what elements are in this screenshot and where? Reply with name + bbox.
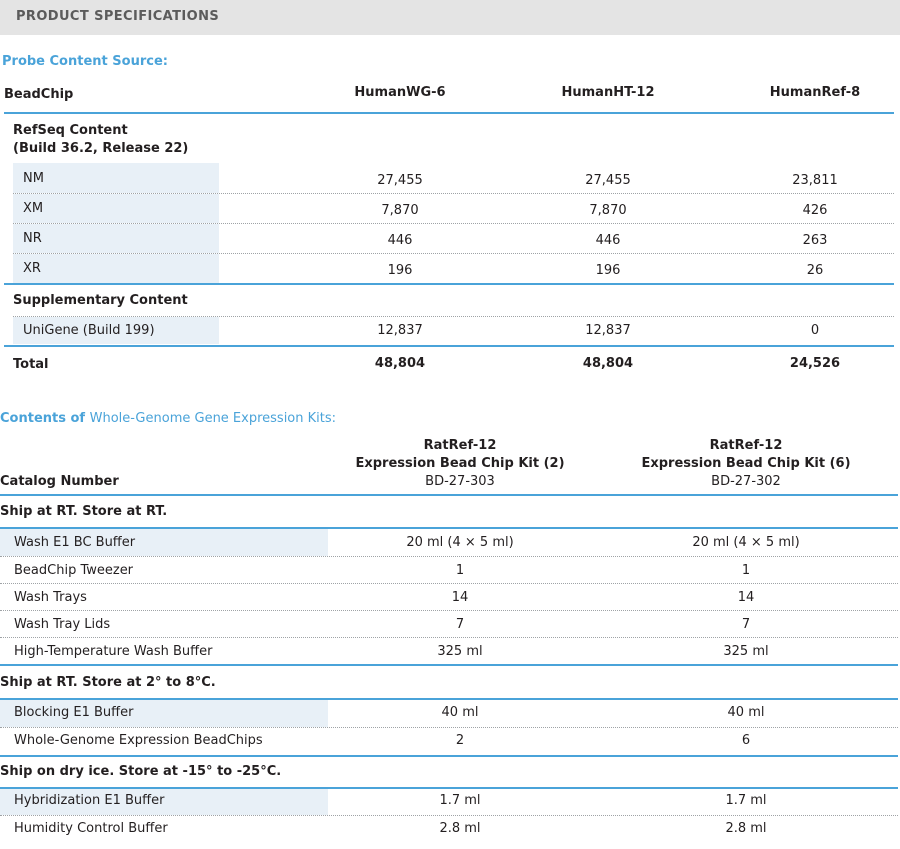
cell: 196 (595, 263, 621, 278)
cell: 7 (741, 617, 751, 632)
row-label: Humidity Control Buffer (14, 821, 168, 836)
row-divider (0, 727, 898, 728)
column-header-humanref8: HumanRef-8 (769, 85, 861, 100)
beadchip-column-label: BeadChip (4, 87, 74, 102)
cell: 446 (595, 233, 621, 248)
kits-title-part2: Whole-Genome Gene Expression Kits: (89, 411, 337, 426)
row-label-xr: XR (23, 261, 41, 276)
row-label: Wash Tray Lids (14, 617, 111, 632)
kit-col2-name: RatRef-12 (709, 438, 783, 453)
cell: 1 (741, 563, 751, 578)
cell: 14 (737, 590, 755, 605)
cell: 12,837 (377, 323, 423, 338)
group-rule (0, 755, 898, 757)
total-cell: 48,804 (374, 356, 426, 371)
cell: 20 ml (4 × 5 ml) (406, 535, 514, 550)
group-rule (0, 664, 898, 666)
cell: 1.7 ml (439, 793, 481, 808)
cell: 26 (806, 263, 824, 278)
cell: 6 (741, 733, 751, 748)
kit-col1-name: RatRef-12 (423, 438, 497, 453)
refseq-group-subtitle: (Build 36.2, Release 22) (13, 141, 189, 156)
refseq-group-title: RefSeq Content (13, 123, 128, 138)
kit-col2-subname: Expression Bead Chip Kit (6) (641, 456, 851, 471)
row-label-bg (13, 224, 219, 253)
cell: 2.8 ml (725, 821, 767, 836)
row-label: Blocking E1 Buffer (14, 705, 134, 720)
kits-section-title: Contents of Whole-Genome Gene Expression… (0, 411, 336, 426)
total-cell: 24,526 (789, 356, 841, 371)
row-label-bg (13, 194, 219, 223)
cell: 7,870 (381, 203, 419, 218)
kit-col1-catalog: BD-27-303 (425, 474, 495, 489)
cell: 14 (451, 590, 469, 605)
cell: 196 (387, 263, 413, 278)
row-label-bg (13, 254, 219, 283)
row-label: Whole-Genome Expression BeadChips (14, 733, 263, 748)
row-divider (0, 815, 898, 816)
row-label: Hybridization E1 Buffer (14, 793, 165, 808)
cell: 263 (802, 233, 828, 248)
row-label-nm: NM (23, 171, 44, 186)
cell: 40 ml (727, 705, 765, 720)
row-label-unigene: UniGene (Build 199) (23, 323, 155, 338)
cell: 40 ml (441, 705, 479, 720)
row-label-xm: XM (23, 201, 44, 216)
cell: 27,455 (377, 173, 423, 188)
cell: 325 ml (437, 644, 483, 659)
row-label: High-Temperature Wash Buffer (14, 644, 213, 659)
cell: 2.8 ml (439, 821, 481, 836)
total-label: Total (13, 357, 49, 372)
cell: 0 (810, 323, 820, 338)
kit-col2-catalog: BD-27-302 (711, 474, 781, 489)
cell: 20 ml (4 × 5 ml) (692, 535, 800, 550)
row-divider (0, 583, 898, 584)
catalog-number-label: Catalog Number (0, 474, 119, 489)
row-label: Wash Trays (14, 590, 87, 605)
cell: 2 (455, 733, 465, 748)
group-title-rt: Ship at RT. Store at RT. (0, 504, 168, 519)
cell: 1 (455, 563, 465, 578)
probe-header-rule (4, 112, 894, 114)
cell: 325 ml (723, 644, 769, 659)
cell: 27,455 (585, 173, 631, 188)
section-header: PRODUCT SPECIFICATIONS (0, 0, 900, 35)
group-title-frozen: Ship on dry ice. Store at -15° to -25°C. (0, 764, 282, 779)
cell: 12,837 (585, 323, 631, 338)
group-title-cold: Ship at RT. Store at 2° to 8°C. (0, 675, 216, 690)
row-divider (0, 610, 898, 611)
probe-section-title: Probe Content Source: (2, 54, 168, 69)
kit-col1-subname: Expression Bead Chip Kit (2) (355, 456, 565, 471)
row-divider (0, 556, 898, 557)
section-header-title: PRODUCT SPECIFICATIONS (16, 9, 220, 24)
row-label: BeadChip Tweezer (14, 563, 134, 578)
column-header-humanwg6: HumanWG-6 (354, 85, 446, 100)
supplementary-group-title: Supplementary Content (13, 293, 188, 308)
group-rule (4, 283, 894, 285)
cell: 7,870 (589, 203, 627, 218)
kits-header-rule (0, 494, 898, 496)
kits-title-part1: Contents of (0, 411, 86, 426)
row-label-nr: NR (23, 231, 42, 246)
cell: 426 (802, 203, 828, 218)
column-header-humanht12: HumanHT-12 (561, 85, 655, 100)
cell: 23,811 (792, 173, 838, 188)
cell: 446 (387, 233, 413, 248)
row-divider (0, 637, 898, 638)
cell: 7 (455, 617, 465, 632)
total-cell: 48,804 (582, 356, 634, 371)
group-rule (4, 345, 894, 347)
cell: 1.7 ml (725, 793, 767, 808)
row-label: Wash E1 BC Buffer (14, 535, 136, 550)
